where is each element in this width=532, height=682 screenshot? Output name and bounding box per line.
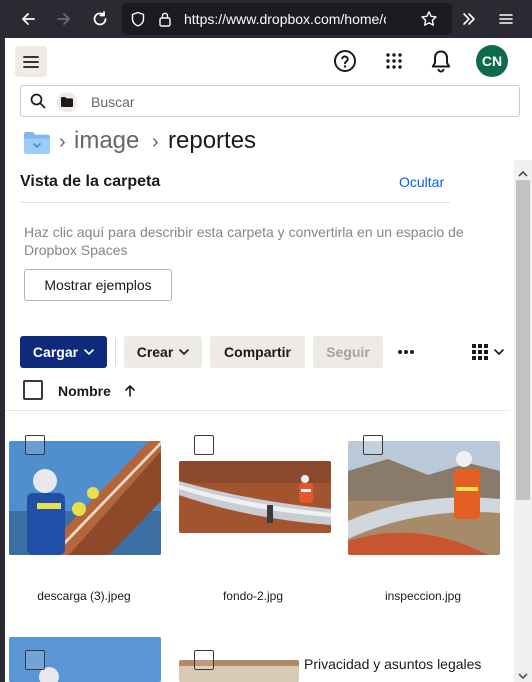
select-all-checkbox[interactable] (23, 380, 43, 400)
search-icon (30, 93, 46, 114)
breadcrumb-chevron-icon: › (152, 131, 159, 153)
forward-icon[interactable] (48, 3, 80, 35)
scrollbar[interactable] (514, 160, 532, 682)
breadcrumb-chevron-icon: › (59, 131, 66, 153)
chevron-down-icon (179, 349, 190, 355)
avatar[interactable]: CN (476, 45, 508, 77)
grid-view-icon (472, 344, 488, 360)
file-thumbnail[interactable] (9, 441, 161, 555)
menu-button[interactable] (15, 46, 47, 77)
file-name[interactable]: fondo-2.jpg (178, 589, 328, 603)
file-checkbox[interactable] (363, 435, 383, 455)
folder-description[interactable]: Haz clic aquí para describir esta carpet… (24, 223, 484, 259)
file-checkbox[interactable] (25, 650, 45, 670)
follow-button[interactable]: Seguir (313, 336, 383, 368)
divider (20, 202, 450, 203)
name-column-label: Nombre (58, 383, 111, 399)
browser-toolbar: https://www.dropbox.com/home/calid (0, 0, 532, 38)
file-checkbox[interactable] (25, 435, 45, 455)
reload-icon[interactable] (84, 3, 116, 35)
breadcrumb-item-reportes: reportes (168, 127, 257, 154)
lock-icon[interactable] (158, 11, 172, 32)
breadcrumb-item-image[interactable]: image (74, 127, 139, 155)
address-bar[interactable]: https://www.dropbox.com/home/calid (122, 3, 452, 35)
create-button[interactable]: Crear (124, 336, 202, 368)
upload-button[interactable]: Cargar (20, 336, 107, 368)
file-checkbox[interactable] (194, 650, 214, 670)
hamburger-icon (23, 55, 39, 68)
shield-icon[interactable] (130, 11, 146, 32)
scroll-down-icon[interactable] (518, 666, 528, 682)
more-options-icon[interactable] (397, 344, 415, 365)
show-examples-button[interactable]: Mostrar ejemplos (24, 269, 172, 301)
file-thumbnail[interactable] (179, 461, 331, 533)
sort-ascending-icon (124, 385, 135, 397)
share-button[interactable]: Compartir (210, 336, 305, 368)
dropbox-app: CN Buscar › image › reportes Vista de la… (5, 38, 532, 682)
url-text[interactable]: https://www.dropbox.com/home/calid (184, 11, 386, 27)
scrollbar-thumb[interactable] (516, 180, 530, 500)
bell-icon[interactable] (427, 47, 455, 75)
search-input[interactable]: Buscar (20, 85, 520, 117)
folder-panel-title: Vista de la carpeta (20, 173, 161, 190)
bookmark-star-icon[interactable] (420, 10, 438, 33)
file-name[interactable]: inspeccion.jpg (348, 589, 498, 603)
browser-menu-icon[interactable] (490, 3, 522, 35)
folder-scope-icon[interactable] (57, 92, 77, 112)
search-placeholder: Buscar (91, 94, 135, 110)
upload-label: Cargar (32, 344, 79, 360)
file-checkbox[interactable] (194, 435, 214, 455)
folder-icon[interactable] (24, 132, 50, 159)
toolbar-divider (115, 338, 116, 366)
hide-panel-link[interactable]: Ocultar (399, 174, 444, 190)
file-name[interactable]: descarga (3).jpeg (9, 589, 159, 603)
url-main: https://www.dropbox.com/home/cali (184, 11, 386, 27)
divider (5, 410, 510, 411)
chevron-down-icon (84, 349, 94, 355)
create-label: Crear (136, 344, 174, 360)
file-thumbnail[interactable] (348, 441, 500, 555)
name-column-header[interactable]: Nombre (58, 383, 135, 399)
back-icon[interactable] (12, 3, 44, 35)
overflow-chevrons-icon[interactable] (453, 3, 485, 35)
help-icon[interactable] (331, 47, 359, 75)
view-toggle[interactable] (472, 344, 504, 360)
privacy-legal-link[interactable]: Privacidad y asuntos legales (304, 656, 481, 672)
apps-grid-icon[interactable] (380, 47, 408, 75)
chevron-down-icon (494, 349, 504, 355)
